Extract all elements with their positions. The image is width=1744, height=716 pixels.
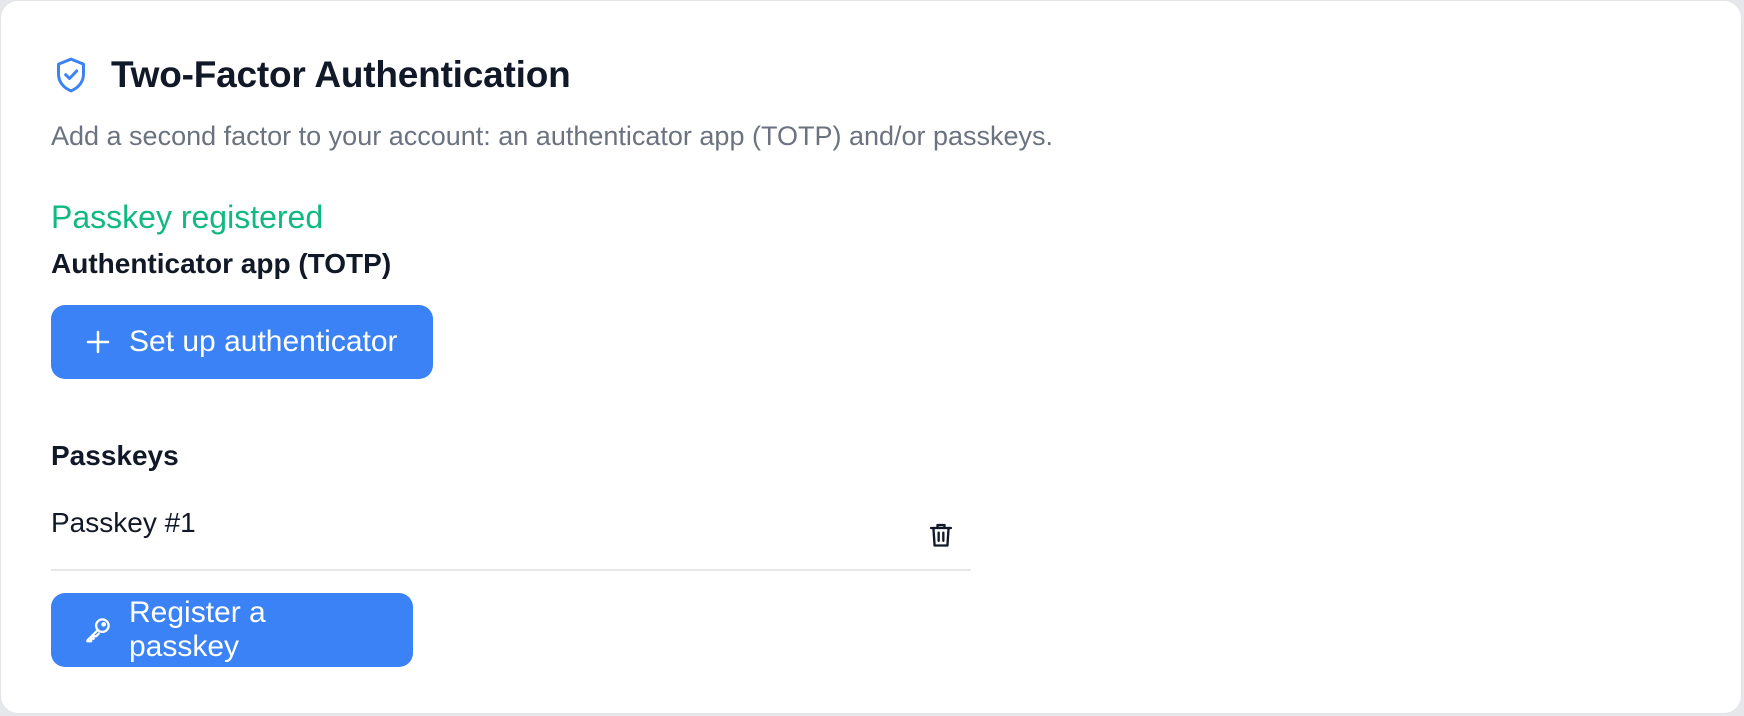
passkey-name: Passkey #1: [51, 507, 196, 538]
trash-icon[interactable]: [927, 521, 955, 549]
shield-check-icon: [51, 55, 91, 95]
page-title: Two-Factor Authentication: [111, 54, 571, 95]
page-description: Add a second factor to your account: an …: [51, 121, 1054, 151]
totp-section-heading: Authenticator app (TOTP): [51, 248, 392, 279]
setup-authenticator-label: Set up authenticator: [129, 325, 398, 358]
plus-icon: [83, 327, 113, 357]
register-passkey-label: Register a passkey: [129, 596, 266, 663]
passkey-list-item: Passkey #1: [51, 505, 971, 571]
two-factor-card: Two-Factor Authentication Add a second f…: [0, 0, 1742, 714]
register-passkey-button[interactable]: Register a passkey: [51, 593, 413, 667]
card-header: Two-Factor Authentication: [51, 53, 571, 97]
setup-authenticator-button[interactable]: Set up authenticator: [51, 305, 433, 379]
status-message: Passkey registered: [51, 199, 324, 235]
key-icon: [83, 615, 113, 645]
passkeys-section-heading: Passkeys: [51, 440, 179, 471]
